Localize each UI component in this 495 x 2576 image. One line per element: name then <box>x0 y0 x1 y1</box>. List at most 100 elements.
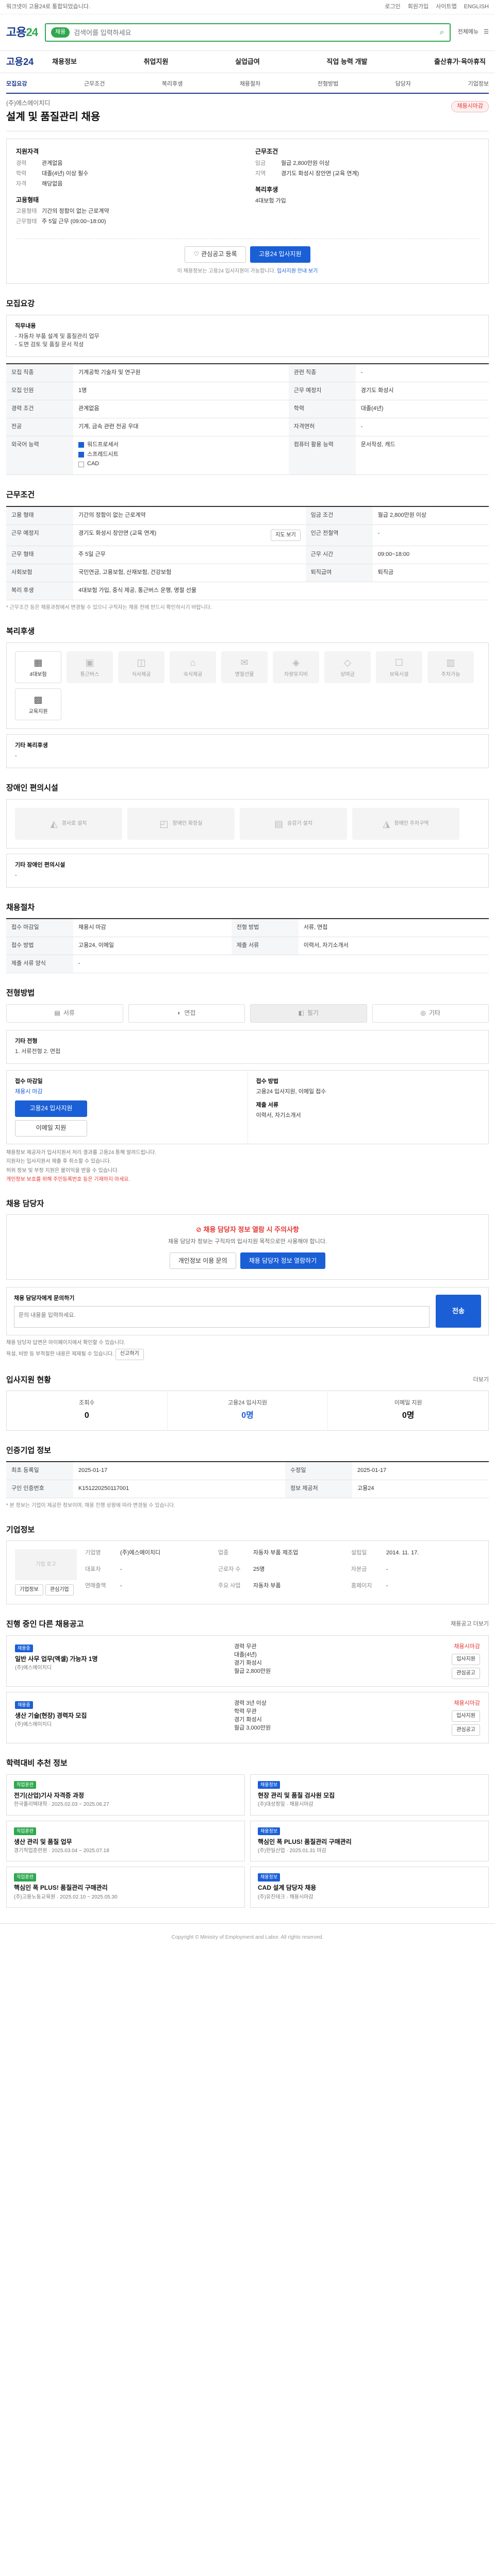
posting-title[interactable]: 일반 사무 업무(엑셀) 가능자 1명 <box>15 1655 234 1664</box>
send-button[interactable]: 전송 <box>436 1295 481 1328</box>
home-icon: ⌂ <box>190 657 196 668</box>
posting-scrap-button[interactable]: 관심공고 <box>452 1668 480 1680</box>
reco-title[interactable]: 핵심인 폭 PLUS! 품질관리 구매관리 <box>258 1838 481 1846</box>
search-category-pill[interactable]: 채용 <box>51 27 70 38</box>
text-label: 경사로 설치 <box>61 820 87 826</box>
reco-badge: 직업훈련 <box>14 1827 37 1835</box>
gnb-item-leave[interactable]: 출산휴가·육아휴직 <box>431 57 489 67</box>
gnb-item-jobs[interactable]: 채용정보 <box>49 57 80 67</box>
reco-card[interactable]: 채용정보 핵심인 폭 PLUS! 품질관리 구매관리 (주)한일산업 · 2025.… <box>250 1820 489 1862</box>
text-label: 대표자 <box>85 1566 101 1573</box>
text-label: 기타 <box>428 1009 441 1017</box>
note-line: 채용 담당자 답변은 마이페이지에서 확인할 수 있습니다. <box>6 1340 126 1346</box>
site-logo[interactable]: 고용24 <box>6 24 38 41</box>
note-line: 허위 정보 및 부정 지원은 불이익을 받을 수 있습니다. <box>6 1167 119 1174</box>
text-label: - <box>386 1582 388 1589</box>
tab-process[interactable]: 채용절차 <box>240 80 260 89</box>
company-info-button[interactable]: 기업정보 <box>15 1584 43 1596</box>
posting-title-block: (주)에스에이치디 설계 및 품질관리 채용 채용시마감 <box>6 94 489 132</box>
apply-online-button[interactable]: 고용24 입사지원 <box>15 1100 87 1117</box>
section-method-title: 전형방법 <box>6 989 35 998</box>
checkbox <box>78 461 84 467</box>
section-contact-title: 채용 담당자 <box>6 1199 44 1208</box>
text-label: 2014. 11. 17. <box>386 1550 419 1556</box>
apply-guide-link[interactable]: 입사지원 안내 보기 <box>277 268 318 274</box>
posting-pay: 월급 2,800만원 <box>234 1668 271 1675</box>
posting-card[interactable]: 채용중 생산 기술(현장) 경력자 모집 (주)에스에이치디 경력 3년 이상 … <box>6 1692 489 1744</box>
reco-card[interactable]: 직업훈련 전기(산업)기사 자격증 과정 한국폴리텍대학 · 2025.02.03 … <box>6 1774 245 1816</box>
english-link[interactable]: ENGLISH <box>464 3 489 11</box>
reco-title[interactable]: 전기(산업)기사 자격증 과정 <box>14 1791 237 1800</box>
view-contact-button[interactable]: 채용 담당자 정보 열람하기 <box>240 1252 326 1269</box>
reco-badge: 채용정보 <box>258 1781 280 1789</box>
reco-title[interactable]: 생산 관리 및 품질 업무 <box>14 1838 237 1846</box>
table-cell: K151220250117001 <box>73 1480 285 1499</box>
report-button[interactable]: 신고하기 <box>115 1348 144 1360</box>
company-scrap-button[interactable]: 관심기업 <box>45 1584 74 1596</box>
toilet-icon: ◰ <box>159 818 169 829</box>
section-process-title: 채용절차 <box>6 903 35 912</box>
tab-contact[interactable]: 담당자 <box>395 80 411 89</box>
tab-recruit[interactable]: 모집요강 <box>6 80 27 89</box>
text-label: 교육지원 <box>28 708 48 715</box>
table-row: 구인 인증번호 K151220250117001 정보 제공처 고용24 <box>6 1480 489 1499</box>
stats-more-link[interactable]: 더보기 <box>473 1376 489 1384</box>
method-notes: 채용정보 제공자가 입사지원서 처리 결과를 고용24 통해 알려드립니다. 지… <box>6 1149 489 1184</box>
checkbox-row: CAD <box>78 460 284 468</box>
tab-company[interactable]: 기업정보 <box>468 80 489 89</box>
table-header-cell: 구인 인증번호 <box>6 1480 73 1499</box>
search-icon[interactable]: ⌕ <box>440 26 444 38</box>
table-row: 사회보험 국민연금, 고용보험, 산재보험, 건강보험 퇴직급여 퇴직금 <box>6 564 489 582</box>
reco-card[interactable]: 직업훈련 생산 관리 및 품질 업무 경기직업훈련원 · 2025.03.04 ~ … <box>6 1820 245 1862</box>
gnb-menu: 채용정보 취업지원 실업급여 직업 능력 개발 출산휴가·육아휴직 <box>49 57 489 67</box>
kv-value: 해당없음 <box>42 180 63 187</box>
facility-item: ▤ 승강기 설치 <box>240 807 347 840</box>
gnb-item-training[interactable]: 직업 능력 개발 <box>323 57 370 67</box>
tab-method[interactable]: 전형방법 <box>318 80 338 89</box>
gift-icon: ✉ <box>240 657 249 668</box>
others-more-link[interactable]: 채용공고 더보기 <box>451 1620 489 1629</box>
sitemap-link[interactable]: 사이트맵 <box>436 3 456 11</box>
hamburger-icon[interactable]: ☰ <box>484 28 489 37</box>
table-header-cell: 정보 제공처 <box>285 1480 352 1499</box>
gnb-brand[interactable]: 고용24 <box>6 55 34 69</box>
all-menu-button[interactable]: 전체메뉴 <box>458 28 478 37</box>
text-label: 숙식제공 <box>183 671 203 677</box>
signup-link[interactable]: 회원가입 <box>408 3 428 11</box>
apply-email-button[interactable]: 이메일 지원 <box>15 1120 87 1137</box>
kv-key: 학력 <box>16 170 27 177</box>
reco-title[interactable]: 핵심인 폭 PLUS! 품질관리 구매관리 <box>14 1884 237 1892</box>
posting-card[interactable]: 채용중 일반 사무 업무(엑셀) 가능자 1명 (주)에스에이치디 경력 무관 … <box>6 1635 489 1687</box>
reco-meta: (주)고용노동교육원 · 2025.02.10 ~ 2025.05.30 <box>14 1894 118 1900</box>
training-icon: ▩ <box>34 694 43 705</box>
reco-grid: 직업훈련 전기(산업)기사 자격증 과정 한국폴리텍대학 · 2025.02.03 … <box>6 1774 489 1908</box>
detail-subtabs: 모집요강 근무조건 복리후생 채용절차 전형방법 담당자 기업정보 <box>6 76 489 94</box>
text-label: 장애인 화장실 <box>172 820 203 826</box>
map-button[interactable]: 지도 보기 <box>271 530 301 541</box>
posting-apply-button[interactable]: 입사지원 <box>452 1710 480 1722</box>
tab-work[interactable]: 근무조건 <box>84 80 105 89</box>
apply-button[interactable]: 고용24 입사지원 <box>250 246 310 263</box>
message-textarea[interactable] <box>14 1306 430 1328</box>
login-link[interactable]: 로그인 <box>385 3 400 11</box>
search-input[interactable] <box>74 28 436 37</box>
method-etc: 기타 전형 1. 서류전형 2. 면접 <box>6 1029 489 1064</box>
posting-apply-button[interactable]: 입사지원 <box>452 1654 480 1666</box>
text-label: 기업명 <box>85 1550 101 1556</box>
gnb-item-support[interactable]: 취업지원 <box>141 57 172 67</box>
reco-card[interactable]: 채용정보 현장 관리 및 품질 검사원 모집 (주)대성정밀 · 채용시마감 <box>250 1774 489 1816</box>
posting-title[interactable]: 생산 기술(현장) 경력자 모집 <box>15 1711 234 1720</box>
reco-title[interactable]: CAD 설계 담당자 채용 <box>258 1884 481 1892</box>
text-label: 보육시설 <box>389 671 409 677</box>
scrap-button[interactable]: ♡ 관심공고 등록 <box>185 246 246 263</box>
tab-welfare[interactable]: 복리후생 <box>162 80 183 89</box>
text-label: (주)에스에이치디 <box>120 1550 161 1556</box>
gnb-item-benefit[interactable]: 실업급여 <box>232 57 263 67</box>
company-name[interactable]: (주)에스에이치디 <box>6 99 489 108</box>
reco-card[interactable]: 채용정보 CAD 설계 담당자 채용 (주)유진테크 · 채용시마감 <box>250 1867 489 1908</box>
reco-title[interactable]: 현장 관리 및 품질 검사원 모집 <box>258 1791 481 1800</box>
privacy-inquiry-button[interactable]: 개인정보 이용 문의 <box>169 1252 236 1269</box>
posting-scrap-button[interactable]: 관심공고 <box>452 1724 480 1736</box>
reco-card[interactable]: 직업훈련 핵심인 폭 PLUS! 품질관리 구매관리 (주)고용노동교육원 · 20… <box>6 1867 245 1908</box>
text-label: 24 <box>26 26 38 39</box>
